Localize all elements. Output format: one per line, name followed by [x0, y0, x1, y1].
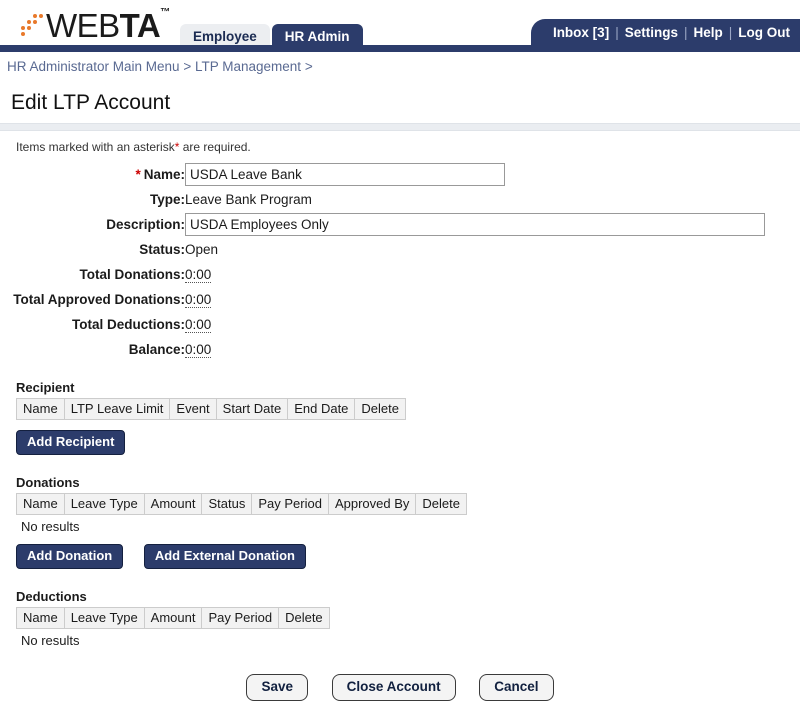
description-input[interactable] — [185, 213, 765, 236]
logout-link[interactable]: Log Out — [738, 25, 790, 40]
total-approved-donations-label: Total Approved Donations: — [13, 292, 185, 307]
column-header: Event — [169, 398, 217, 420]
breadcrumb-separator: > — [304, 59, 313, 74]
column-header: LTP Leave Limit — [63, 398, 171, 420]
column-header: Pay Period — [251, 493, 329, 515]
header-navy-stripe — [0, 45, 800, 52]
table-header-row: Name LTP Leave Limit Event Start Date En… — [16, 398, 406, 420]
deductions-table: Name Leave Type Amount Pay Period Delete — [16, 607, 330, 629]
breadcrumb-item-ltp-management[interactable]: LTP Management — [195, 59, 301, 74]
save-button[interactable]: Save — [246, 674, 308, 701]
donations-section-title: Donations — [16, 475, 80, 490]
donations-empty-text: No results — [21, 519, 80, 534]
required-note-prefix: Items marked with an asterisk — [16, 140, 175, 154]
deductions-empty-text: No results — [21, 633, 80, 648]
name-value-cell — [185, 162, 765, 187]
ltp-account-form: *Name: Type: Leave Bank Program Descript… — [0, 162, 765, 362]
recipient-section: Recipient Name LTP Leave Limit Event Sta… — [0, 362, 800, 455]
link-separator: | — [683, 24, 688, 40]
recipient-section-title: Recipient — [16, 380, 75, 395]
donations-buttons: Add Donation Add External Donation — [16, 534, 800, 569]
column-header: Delete — [354, 398, 406, 420]
webta-logo: WEBTA™ — [19, 6, 170, 42]
add-donation-button[interactable]: Add Donation — [16, 544, 124, 569]
column-header: End Date — [287, 398, 356, 420]
column-header: Name — [16, 607, 65, 629]
column-header: Name — [16, 493, 65, 515]
description-value-cell — [185, 212, 765, 237]
donations-section: Donations Name Leave Type Amount Status … — [0, 455, 800, 569]
help-link[interactable]: Help — [693, 25, 722, 40]
column-header: Approved By — [327, 493, 417, 515]
settings-link[interactable]: Settings — [625, 25, 678, 40]
required-asterisk-icon: * — [135, 167, 141, 182]
column-header: Start Date — [215, 398, 289, 420]
required-note-suffix: are required. — [179, 140, 251, 154]
form-row-name: * Name: — [0, 162, 765, 187]
form-row-balance: Balance: 0:00 — [0, 337, 765, 362]
total-deductions-label: Total Deductions: — [72, 317, 185, 332]
table-header-row: Name Leave Type Amount Status Pay Period… — [16, 493, 467, 515]
cancel-button[interactable]: Cancel — [479, 674, 554, 701]
logo-dots-icon — [19, 12, 45, 42]
form-row-total-approved-donations: Total Approved Donations: 0:00 — [0, 287, 765, 312]
recipient-table: Name LTP Leave Limit Event Start Date En… — [16, 398, 406, 420]
column-header: Status — [201, 493, 253, 515]
form-row-total-deductions: Total Deductions: 0:00 — [0, 312, 765, 337]
description-label: Description: — [106, 217, 185, 232]
form-row-type: Type: Leave Bank Program — [0, 187, 765, 212]
page-title: Edit LTP Account — [11, 91, 171, 114]
breadcrumb-separator: > — [183, 59, 192, 74]
column-header: Leave Type — [63, 493, 145, 515]
add-recipient-button[interactable]: Add Recipient — [16, 430, 126, 455]
balance-value: 0:00 — [185, 342, 212, 358]
inbox-link[interactable]: Inbox [3] — [553, 25, 609, 40]
breadcrumb-item-hr-administrator-main-menu[interactable]: HR Administrator Main Menu — [7, 59, 180, 74]
name-label-cell: * Name: — [0, 162, 185, 187]
column-header: Delete — [278, 607, 330, 629]
total-donations-value: 0:00 — [185, 267, 212, 283]
balance-label: Balance: — [128, 342, 185, 357]
total-deductions-value: 0:00 — [185, 317, 212, 333]
deductions-section: Deductions Name Leave Type Amount Pay Pe… — [0, 569, 800, 648]
table-header-row: Name Leave Type Amount Pay Period Delete — [16, 607, 330, 629]
logo-text-bold: TA — [119, 7, 161, 44]
recipient-buttons: Add Recipient — [16, 420, 800, 455]
add-external-donation-button[interactable]: Add External Donation — [143, 544, 306, 569]
required-fields-note: Items marked with an asterisk* are requi… — [0, 131, 800, 154]
name-input[interactable] — [185, 163, 505, 186]
footer-buttons: Save Close Account Cancel — [0, 648, 800, 701]
type-label: Type: — [149, 192, 185, 207]
column-header: Amount — [143, 493, 203, 515]
form-row-total-donations: Total Donations: 0:00 — [0, 262, 765, 287]
title-divider — [0, 123, 800, 131]
column-header: Leave Type — [63, 607, 145, 629]
deductions-section-title: Deductions — [16, 589, 87, 604]
user-links-bar: Inbox [3] | Settings | Help | Log Out — [530, 19, 800, 45]
column-header: Delete — [415, 493, 467, 515]
total-approved-donations-value: 0:00 — [185, 292, 212, 308]
link-separator: | — [728, 24, 733, 40]
status-label: Status: — [139, 242, 185, 257]
donations-table: Name Leave Type Amount Status Pay Period… — [16, 493, 467, 515]
form-row-description: Description: — [0, 212, 765, 237]
logo-text-light: WEB — [46, 7, 120, 44]
column-header: Pay Period — [201, 607, 280, 629]
name-label: Name: — [143, 167, 185, 182]
status-value: Open — [185, 242, 219, 257]
breadcrumb: HR Administrator Main Menu > LTP Managem… — [0, 51, 800, 79]
column-header: Name — [16, 398, 65, 420]
column-header: Amount — [143, 607, 203, 629]
type-value: Leave Bank Program — [185, 192, 312, 207]
logo-wordmark: WEBTA™ — [46, 6, 170, 42]
close-account-button[interactable]: Close Account — [331, 674, 456, 701]
link-separator: | — [615, 24, 619, 40]
logo-trademark-icon: ™ — [160, 7, 170, 18]
form-row-status: Status: Open — [0, 237, 765, 262]
app-header: WEBTA™ Employee HR Admin Inbox [3] | Set… — [0, 0, 800, 52]
total-donations-label: Total Donations: — [79, 267, 186, 282]
